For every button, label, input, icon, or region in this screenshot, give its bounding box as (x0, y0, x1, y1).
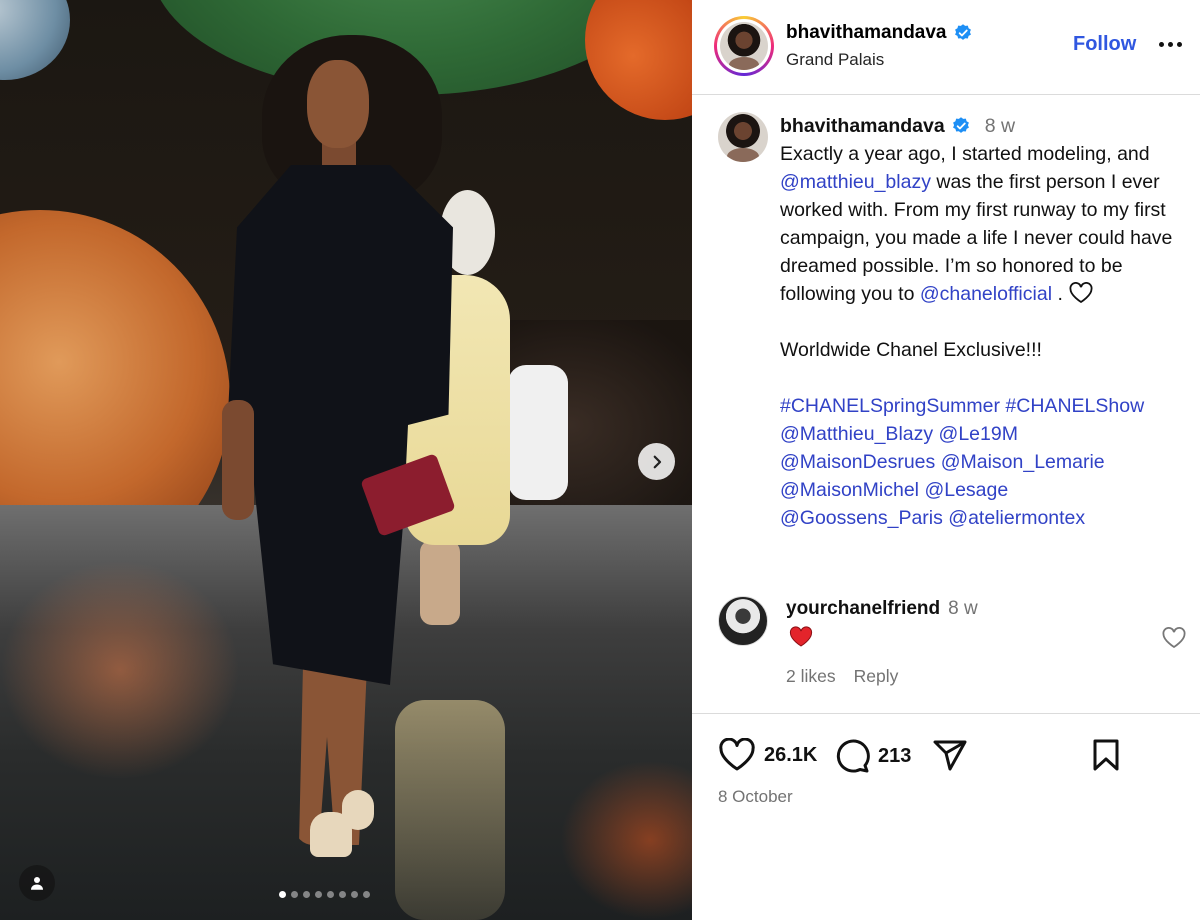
heart-icon (719, 738, 755, 771)
model-face (307, 60, 369, 148)
carousel-dot (327, 891, 334, 898)
model-shoe-right (310, 812, 352, 857)
caption-username[interactable]: bhavithamandava (780, 112, 945, 140)
location-link[interactable]: Grand Palais (786, 50, 884, 70)
carousel-dot (303, 891, 310, 898)
likes-count[interactable]: 26.1K (764, 744, 817, 767)
hashtag-link[interactable]: #CHANELSpringSummer (780, 395, 1000, 417)
next-slide-button[interactable] (638, 443, 675, 480)
verified-badge-icon (952, 117, 969, 133)
comment-likes-count[interactable]: 2 likes (786, 666, 836, 687)
carousel-dot (291, 891, 298, 898)
caption-timestamp: 8 w (984, 115, 1016, 137)
mention-link[interactable]: @ateliermontex (948, 507, 1085, 529)
post-actions: 26.1K 213 8 October (692, 713, 1200, 920)
red-heart-emoji-icon (789, 626, 813, 647)
caption-avatar[interactable] (718, 112, 768, 162)
comment-header: yourchanelfriend 8 w (786, 598, 978, 620)
carousel-dot (363, 891, 370, 898)
mention-link[interactable]: @chanelofficial (920, 283, 1052, 305)
carousel-dot (351, 891, 358, 898)
caption-line-2: Worldwide Chanel Exclusive!!! (780, 339, 1042, 361)
mention-link[interactable]: @MaisonMichel (780, 479, 919, 501)
background-model-legs (420, 540, 460, 625)
tagged-users-button[interactable] (19, 865, 55, 901)
carousel-dot (315, 891, 322, 898)
carousel-indicator (279, 891, 370, 898)
backdrop-planet-blue (0, 0, 70, 80)
header-username-row: bhavithamandava (786, 22, 973, 44)
reply-button[interactable]: Reply (854, 666, 899, 687)
caption-tags: #CHANELSpringSummer #CHANELShow @Matthie… (780, 392, 1192, 532)
comment-meta: 2 likes Reply (786, 666, 898, 687)
comments-count[interactable]: 213 (878, 745, 911, 768)
caption-header: bhavithamandava 8 w (780, 112, 1192, 140)
carousel-dot (279, 891, 286, 898)
hashtag-link[interactable]: #CHANELShow (1005, 395, 1144, 417)
post-header: bhavithamandava Grand Palais Follow (692, 0, 1200, 95)
floor-reflection-model (395, 700, 505, 920)
backdrop-planet-red (585, 0, 692, 120)
paper-plane-icon[interactable] (932, 738, 968, 772)
mention-link[interactable]: @Matthieu_Blazy (780, 423, 933, 445)
mention-link[interactable]: @Le19M (939, 423, 1018, 445)
comment-avatar[interactable] (718, 596, 768, 646)
user-tag-icon (31, 877, 43, 890)
bookmark-icon[interactable] (1091, 738, 1121, 772)
model-arm (222, 400, 254, 520)
post-panel: bhavithamandava Grand Palais Follow bhav… (692, 0, 1200, 920)
caption-body: Exactly a year ago, I started modeling, … (780, 140, 1192, 308)
comment-username[interactable]: yourchanelfriend (786, 598, 940, 620)
mention-link[interactable]: @MaisonDesrues (780, 451, 935, 473)
mention-link[interactable]: @Goossens_Paris (780, 507, 943, 529)
follow-button[interactable]: Follow (1073, 33, 1136, 56)
more-options-button[interactable] (1154, 32, 1186, 56)
header-username[interactable]: bhavithamandava (786, 22, 947, 44)
caption-text-1: Exactly a year ago, I started modeling, … (780, 143, 1150, 165)
background-model-white (508, 365, 568, 500)
carousel-dot (339, 891, 346, 898)
comment-button[interactable]: 213 (834, 738, 911, 774)
chevron-right-icon (653, 455, 661, 468)
avatar (718, 112, 768, 162)
post-media (0, 0, 692, 920)
like-button[interactable]: 26.1K (718, 738, 817, 772)
floor-reflection-orange (0, 560, 240, 780)
white-heart-emoji-icon (1069, 282, 1093, 304)
comment-like-heart-icon[interactable] (1161, 626, 1187, 650)
caption-text-3: . (1057, 283, 1063, 305)
floor-reflection-red (560, 760, 692, 920)
post-date: 8 October (718, 787, 793, 806)
comment-timestamp: 8 w (948, 598, 978, 619)
more-dots-icon (1158, 41, 1164, 47)
profile-story-ring[interactable] (714, 16, 774, 76)
post-caption: bhavithamandava 8 w Exactly a year ago, … (780, 112, 1192, 532)
mention-link[interactable]: @Maison_Lemarie (941, 451, 1105, 473)
mention-link[interactable]: @Lesage (924, 479, 1008, 501)
comment-bubble-icon (836, 739, 870, 773)
verified-badge-icon (954, 24, 971, 40)
mention-link[interactable]: @matthieu_blazy (780, 171, 931, 193)
avatar (720, 22, 768, 70)
